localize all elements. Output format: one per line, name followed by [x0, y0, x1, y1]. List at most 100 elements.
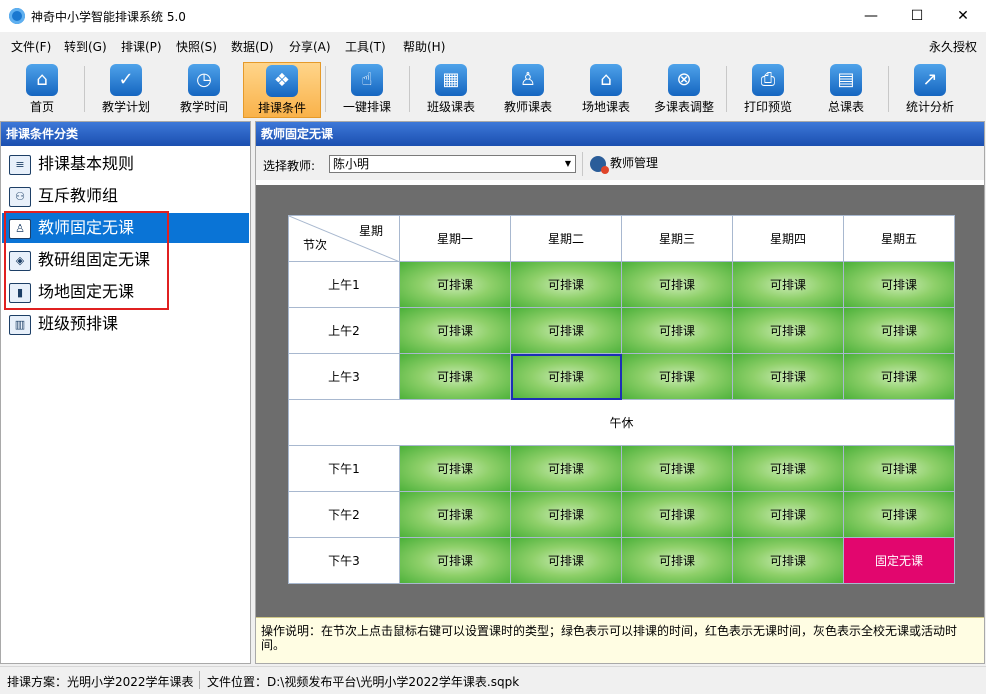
schedule-cell[interactable]: 可排课	[399, 537, 511, 584]
day-header: 星期一	[399, 215, 511, 262]
schedule-cell[interactable]: 可排课	[621, 445, 733, 492]
schedule-cell-focused[interactable]: 可排课	[510, 353, 622, 400]
master-timetable-button[interactable]: ▤ 总课表	[808, 62, 884, 118]
corner-day-label: 星期	[358, 224, 383, 238]
cubes-icon: ❖	[266, 65, 298, 97]
title-bar: 神奇中小学智能排课系统 5.0 — ☐ ✕	[0, 0, 986, 32]
clipboard-check-icon: ✓	[110, 64, 142, 96]
license-label: 永久授权	[928, 40, 977, 54]
print-preview-label: 打印预览	[743, 100, 792, 114]
condition-category-header: 排课条件分类	[1, 122, 250, 146]
teacher-manage-button[interactable]: 教师管理	[590, 154, 658, 174]
teacher-fixed-off-panel: 教师固定无课 选择教师: 陈小明 ▼ 教师管理 星期 节次 星期一 星期二 星期…	[255, 121, 985, 664]
one-click-schedule-button[interactable]: ☝ 一键排课	[329, 62, 405, 118]
teaching-plan-label: 教学计划	[101, 100, 150, 114]
statistics-label: 统计分析	[905, 100, 954, 114]
select-teacher-label: 选择教师:	[263, 159, 316, 173]
toolbar: ⌂ 首页 ✓ 教学计划 ◷ 教学时间 ❖ 排课条件 ☝ 一键排课 ▦ 班级课表 …	[0, 58, 986, 118]
table-row: 上午1 可排课 可排课 可排课 可排课 可排课	[288, 261, 955, 308]
schedule-cell[interactable]: 可排课	[399, 307, 511, 354]
venue-timetable-button[interactable]: ⌂ 场地课表	[568, 62, 644, 118]
schedule-cell[interactable]: 可排课	[621, 307, 733, 354]
schedule-cell[interactable]: 可排课	[510, 261, 622, 308]
schedule-cell[interactable]: 可排课	[621, 261, 733, 308]
schedule-cell[interactable]: 可排课	[399, 445, 511, 492]
book-icon: ▥	[9, 315, 31, 335]
toolbar-separator	[84, 66, 85, 112]
period-header: 上午1	[288, 261, 400, 308]
statistics-button[interactable]: ↗ 统计分析	[892, 62, 968, 118]
schedule-cell[interactable]: 可排课	[399, 491, 511, 538]
schedule-cell[interactable]: 可排课	[621, 537, 733, 584]
schedule-cell[interactable]: 可排课	[399, 353, 511, 400]
hand-pointer-icon: ☝	[351, 64, 383, 96]
day-header: 星期二	[510, 215, 622, 262]
category-label: 班级预排课	[38, 314, 119, 333]
schedule-cell[interactable]: 可排课	[732, 491, 844, 538]
availability-table: 星期 节次 星期一 星期二 星期三 星期四 星期五 上午1 可排课 可排课 可排…	[288, 215, 955, 584]
teaching-time-button[interactable]: ◷ 教学时间	[166, 62, 242, 118]
schedule-cell[interactable]: 可排课	[732, 445, 844, 492]
home-button-label: 首页	[29, 100, 54, 114]
table-row: 下午3 可排课 可排课 可排课 可排课 固定无课	[288, 537, 955, 584]
menu-schedule[interactable]: 排课(P)	[121, 38, 162, 55]
home-button[interactable]: ⌂ 首页	[4, 62, 80, 118]
teacher-select[interactable]: 陈小明 ▼	[329, 155, 576, 173]
toolbar-separator	[888, 66, 889, 112]
category-class-prearrange[interactable]: ▥ 班级预排课	[2, 309, 249, 339]
printer-icon: ⎙	[752, 64, 784, 96]
menu-file[interactable]: 文件(F)	[11, 38, 51, 55]
class-timetable-button[interactable]: ▦ 班级课表	[413, 62, 489, 118]
period-header: 下午2	[288, 491, 400, 538]
teacher-fixed-off-header: 教师固定无课	[256, 122, 984, 146]
toolbar-separator	[582, 152, 583, 176]
schedule-cell[interactable]: 可排课	[732, 353, 844, 400]
schedule-cell[interactable]: 可排课	[510, 491, 622, 538]
table-row: 下午1 可排课 可排课 可排课 可排课 可排课	[288, 445, 955, 492]
teacher-timetable-button[interactable]: ♙ 教师课表	[490, 62, 566, 118]
schedule-cell[interactable]: 可排课	[621, 353, 733, 400]
category-basic-rules[interactable]: ≡ 排课基本规则	[2, 149, 249, 179]
category-label: 排课基本规则	[38, 154, 135, 173]
master-calendar-icon: ▤	[830, 64, 862, 96]
toolbar-separator	[325, 66, 326, 112]
teaching-plan-button[interactable]: ✓ 教学计划	[88, 62, 164, 118]
scheduling-conditions-button[interactable]: ❖ 排课条件	[243, 62, 321, 118]
day-header: 星期五	[843, 215, 955, 262]
menu-snapshot[interactable]: 快照(S)	[176, 38, 217, 55]
day-header: 星期四	[732, 215, 844, 262]
clock-icon: ◷	[188, 64, 220, 96]
day-header: 星期三	[621, 215, 733, 262]
category-exclusive-teachers[interactable]: ⚇ 互斥教师组	[2, 181, 249, 211]
schedule-cell[interactable]: 可排课	[843, 307, 955, 354]
maximize-button[interactable]: ☐	[894, 0, 940, 32]
menu-data[interactable]: 数据(D)	[231, 38, 274, 55]
schedule-cell[interactable]: 可排课	[510, 537, 622, 584]
schedule-cell[interactable]: 可排课	[843, 353, 955, 400]
schedule-cell[interactable]: 可排课	[510, 445, 622, 492]
schedule-cell[interactable]: 可排课	[399, 261, 511, 308]
condition-category-panel: 排课条件分类 ≡ 排课基本规则 ⚇ 互斥教师组 ♙ 教师固定无课 ◈ 教研组固定…	[0, 121, 251, 664]
print-preview-button[interactable]: ⎙ 打印预览	[730, 62, 806, 118]
multi-schedule-icon: ⊗	[668, 64, 700, 96]
schedule-cell[interactable]: 可排课	[621, 491, 733, 538]
menu-help[interactable]: 帮助(H)	[403, 38, 445, 55]
schedule-cell[interactable]: 可排课	[843, 261, 955, 308]
exclusive-teachers-icon: ⚇	[9, 187, 31, 207]
menu-share[interactable]: 分享(A)	[289, 38, 331, 55]
schedule-cell[interactable]: 可排课	[732, 307, 844, 354]
schedule-cell-blocked[interactable]: 固定无课	[843, 537, 955, 584]
class-timetable-label: 班级课表	[426, 100, 475, 114]
schedule-cell[interactable]: 可排课	[510, 307, 622, 354]
schedule-cell[interactable]: 可排课	[732, 261, 844, 308]
schedule-cell[interactable]: 可排课	[732, 537, 844, 584]
minimize-button[interactable]: —	[848, 0, 894, 32]
schedule-cell[interactable]: 可排课	[843, 491, 955, 538]
table-corner: 星期 节次	[288, 215, 400, 262]
multi-schedule-adjust-button[interactable]: ⊗ 多课表调整	[646, 62, 722, 118]
close-button[interactable]: ✕	[940, 0, 986, 32]
menu-tools[interactable]: 工具(T)	[345, 38, 386, 55]
schedule-cell[interactable]: 可排课	[843, 445, 955, 492]
status-plan: 排课方案：光明小学2022学年课表	[7, 675, 194, 689]
menu-goto[interactable]: 转到(G)	[64, 38, 107, 55]
